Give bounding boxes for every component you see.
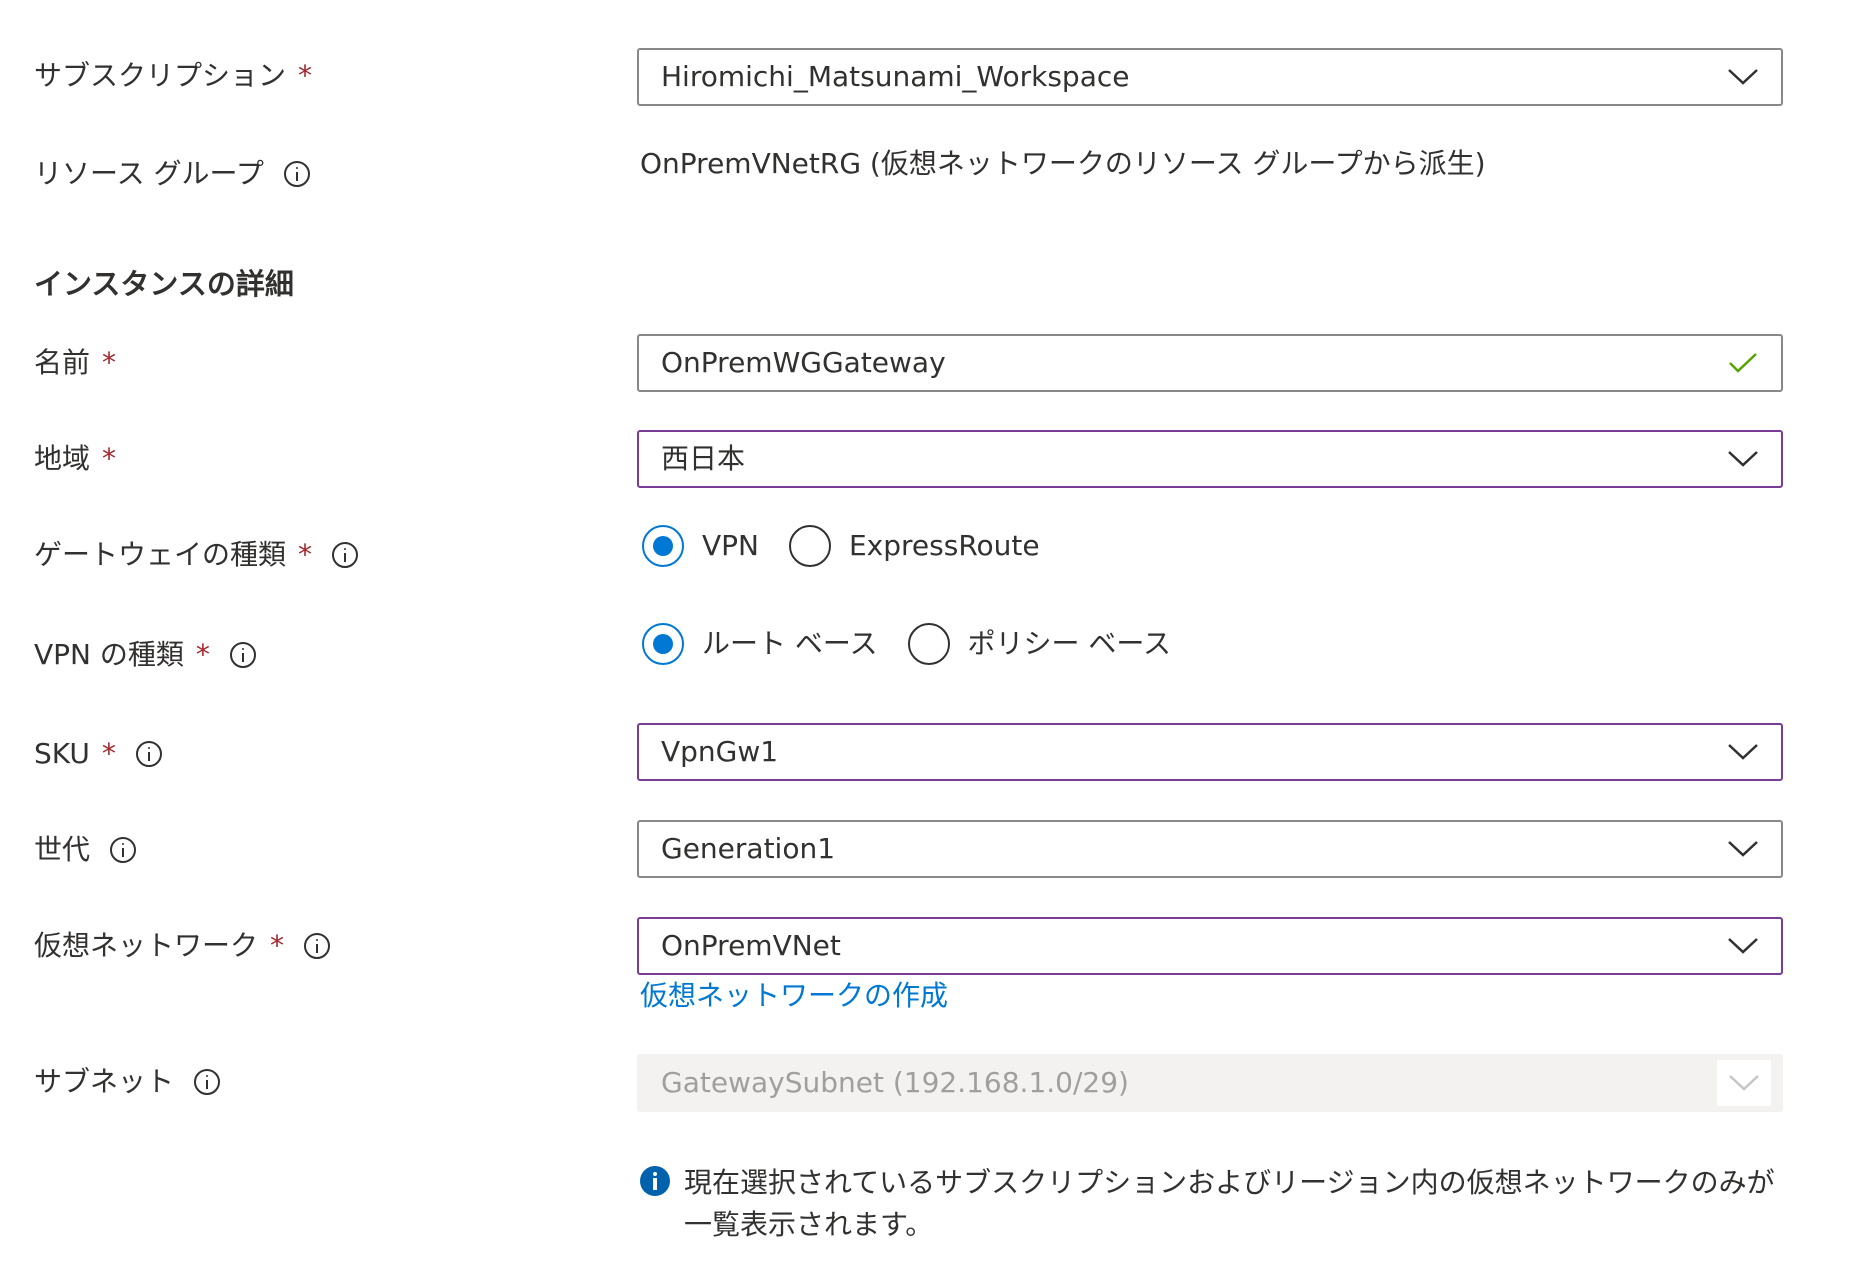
checkmark-icon <box>1721 336 1765 390</box>
gateway-type-label: ゲートウェイの種類 * <box>34 537 359 573</box>
chevron-down-icon <box>1721 50 1765 104</box>
virtual-network-dropdown[interactable]: OnPremVNet <box>637 917 1783 975</box>
radio-checked-icon <box>642 623 684 665</box>
chevron-down-icon <box>1721 725 1765 779</box>
subscription-value: Hiromichi_Matsunami_Workspace <box>661 60 1130 93</box>
virtual-network-label: 仮想ネットワーク * <box>34 928 331 964</box>
required-asterisk: * <box>102 442 117 475</box>
radio-gateway-type-vpn[interactable]: VPN <box>642 525 759 567</box>
subscription-label-text: サブスクリプション <box>34 59 287 92</box>
gateway-type-radio-group: VPN ExpressRoute <box>642 525 1070 567</box>
info-icon[interactable] <box>304 933 331 959</box>
chevron-down-icon <box>1721 919 1765 973</box>
subnet-dropdown: GatewaySubnet (192.168.1.0/29) <box>637 1054 1783 1112</box>
name-value: OnPremWGGateway <box>661 346 946 379</box>
radio-label: ポリシー ベース <box>967 627 1172 660</box>
radio-label: ExpressRoute <box>848 529 1040 562</box>
required-asterisk: * <box>298 59 313 92</box>
subscription-label: サブスクリプション * <box>34 58 312 94</box>
region-dropdown[interactable]: 西日本 <box>637 430 1783 488</box>
sku-value: VpnGw1 <box>661 735 779 768</box>
virtual-network-value: OnPremVNet <box>661 929 841 962</box>
sku-label: SKU * <box>34 736 162 772</box>
info-icon[interactable] <box>110 837 137 863</box>
subscription-dropdown[interactable]: Hiromichi_Matsunami_Workspace <box>637 48 1783 106</box>
resource-group-label: リソース グループ <box>34 156 310 192</box>
required-asterisk: * <box>195 638 210 671</box>
gateway-type-label-text: ゲートウェイの種類 <box>34 538 287 571</box>
info-icon[interactable] <box>283 161 310 187</box>
radio-gateway-type-expressroute[interactable]: ExpressRoute <box>788 525 1040 567</box>
generation-label-text: 世代 <box>34 833 91 866</box>
vpn-type-label: VPN の種類 * <box>34 637 256 673</box>
generation-dropdown[interactable]: Generation1 <box>637 820 1783 878</box>
section-title-instance-details: インスタンスの詳細 <box>34 267 294 301</box>
chevron-down-icon <box>1721 822 1765 876</box>
chevron-down-icon <box>1721 432 1765 486</box>
vpn-type-radio-group: ルート ベース ポリシー ベース <box>642 623 1201 665</box>
region-label-text: 地域 <box>34 442 91 475</box>
subnet-label-text: サブネット <box>34 1065 175 1098</box>
vpn-type-label-text: VPN の種類 <box>34 638 184 671</box>
subnet-value: GatewaySubnet (192.168.1.0/29) <box>661 1066 1129 1099</box>
region-value: 西日本 <box>661 442 746 475</box>
sku-label-text: SKU <box>34 737 90 770</box>
chevron-down-icon <box>1717 1060 1771 1106</box>
name-label-text: 名前 <box>34 346 91 379</box>
info-icon[interactable] <box>229 642 256 668</box>
region-label: 地域 * <box>34 441 116 477</box>
sku-dropdown[interactable]: VpnGw1 <box>637 723 1783 781</box>
create-virtual-network-link[interactable]: 仮想ネットワークの作成 <box>640 978 948 1014</box>
name-label: 名前 * <box>34 345 116 381</box>
radio-label: ルート ベース <box>702 627 878 660</box>
required-asterisk: * <box>102 346 117 379</box>
info-message-text: 現在選択されているサブスクリプションおよびリージョン内の仮想ネットワークのみが一… <box>684 1166 1775 1241</box>
info-message: 現在選択されているサブスクリプションおよびリージョン内の仮想ネットワークのみが一… <box>640 1162 1780 1246</box>
name-input[interactable]: OnPremWGGateway <box>637 334 1783 392</box>
info-icon[interactable] <box>135 741 162 767</box>
radio-vpn-type-policy-based[interactable]: ポリシー ベース <box>907 623 1172 665</box>
info-icon[interactable] <box>194 1069 221 1095</box>
radio-unchecked-icon <box>907 623 950 665</box>
radio-label: VPN <box>702 529 759 562</box>
required-asterisk: * <box>298 538 313 571</box>
virtual-network-label-text: 仮想ネットワーク <box>34 929 259 962</box>
resource-group-label-text: リソース グループ <box>34 157 264 190</box>
radio-vpn-type-route-based[interactable]: ルート ベース <box>642 623 878 665</box>
generation-label: 世代 <box>34 832 137 868</box>
radio-unchecked-icon <box>788 525 831 567</box>
required-asterisk: * <box>270 929 285 962</box>
generation-value: Generation1 <box>661 832 836 865</box>
required-asterisk: * <box>101 737 116 770</box>
radio-checked-icon <box>642 525 684 567</box>
subnet-label: サブネット <box>34 1064 221 1100</box>
resource-group-value: OnPremVNetRG (仮想ネットワークのリソース グループから派生) <box>640 147 1486 180</box>
info-icon[interactable] <box>332 542 359 568</box>
info-filled-icon <box>640 1166 670 1196</box>
